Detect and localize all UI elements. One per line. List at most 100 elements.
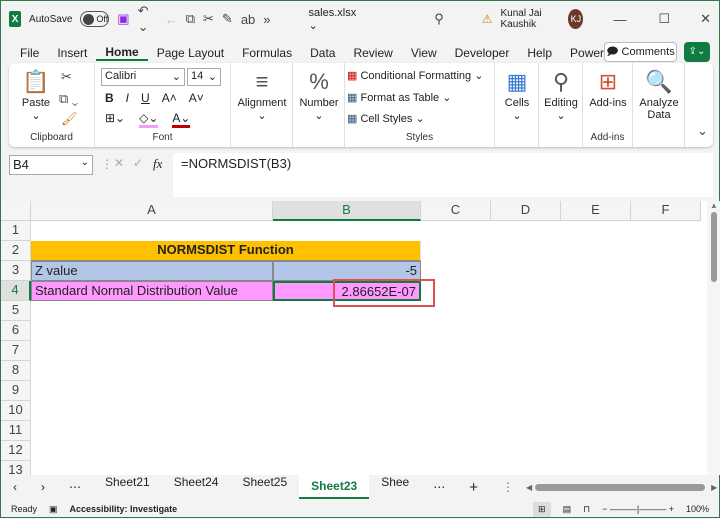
- font-color-icon[interactable]: A⌄: [172, 111, 191, 128]
- tab-developer[interactable]: Developer: [446, 46, 519, 60]
- sheet-tab[interactable]: Sheet21: [93, 475, 162, 499]
- cut-icon[interactable]: ✂: [203, 11, 214, 27]
- row-header[interactable]: 13: [1, 461, 31, 475]
- sheet-tab[interactable]: Shee: [369, 475, 421, 499]
- row-header[interactable]: 5: [1, 301, 31, 321]
- row-header[interactable]: 4: [1, 281, 31, 301]
- select-all-button[interactable]: [1, 201, 31, 221]
- analyze-data-button[interactable]: 🔍 Analyze Data: [633, 63, 685, 147]
- number-button[interactable]: % Number ⌄: [293, 63, 345, 147]
- cell-b3[interactable]: -5: [273, 261, 421, 281]
- row-header[interactable]: 11: [1, 421, 31, 441]
- editing-button[interactable]: ⚲ Editing ⌄: [539, 63, 583, 147]
- decrease-font-icon[interactable]: A˅: [189, 91, 204, 105]
- redo-icon[interactable]: ←: [165, 12, 178, 27]
- increase-font-icon[interactable]: A˄: [162, 91, 177, 105]
- prev-sheet-icon[interactable]: ‹: [1, 480, 29, 494]
- row-header[interactable]: 6: [1, 321, 31, 341]
- sheet-tab[interactable]: Sheet25: [230, 475, 299, 499]
- sheet-tab[interactable]: Sheet24: [162, 475, 231, 499]
- row-header[interactable]: 8: [1, 361, 31, 381]
- conditional-formatting-button[interactable]: ▦ Conditional Formatting ⌄: [347, 69, 483, 82]
- paste-button[interactable]: 📋 Paste ⌄: [17, 69, 55, 122]
- bold-button[interactable]: B: [105, 91, 114, 105]
- zoom-level[interactable]: 100%: [686, 504, 709, 514]
- zoom-slider[interactable]: − ———|——— +: [602, 504, 674, 514]
- fill-color-icon[interactable]: ◇⌄: [139, 111, 159, 128]
- row-header[interactable]: 9: [1, 381, 31, 401]
- column-header[interactable]: B: [273, 201, 421, 221]
- more-sheets-icon[interactable]: ⋯: [421, 480, 457, 494]
- autosave-toggle[interactable]: Off: [80, 11, 110, 27]
- tab-file[interactable]: File: [11, 46, 48, 60]
- name-box[interactable]: B4 ⌄: [9, 155, 93, 175]
- format-painter-icon[interactable]: 🖌: [61, 111, 78, 127]
- share-button[interactable]: ⇪⌄: [684, 42, 710, 62]
- column-header[interactable]: E: [561, 201, 631, 221]
- search-icon[interactable]: ⚲: [434, 11, 444, 27]
- tab-data[interactable]: Data: [301, 46, 344, 60]
- cut-icon[interactable]: ✂: [61, 69, 72, 85]
- font-name-select[interactable]: Calibri ⌄: [101, 68, 185, 86]
- cell-a3[interactable]: Z value: [31, 261, 273, 281]
- close-icon[interactable]: ✕: [700, 11, 711, 27]
- format-as-table-button[interactable]: ▦ Format as Table ⌄: [347, 91, 451, 104]
- macro-icon[interactable]: ▣: [49, 504, 58, 515]
- page-break-view-icon[interactable]: ⊓: [583, 504, 590, 515]
- tab-home[interactable]: Home: [96, 45, 148, 61]
- cell-styles-button[interactable]: ▦ Cell Styles ⌄: [347, 112, 425, 125]
- accessibility-status[interactable]: Accessibility: Investigate: [70, 504, 178, 514]
- maximize-icon[interactable]: ☐: [658, 11, 670, 27]
- alignment-button[interactable]: ≡ Alignment ⌄: [231, 63, 293, 147]
- addins-button[interactable]: ⊞ Add-ins: [583, 69, 633, 109]
- copy-icon[interactable]: ⧉: [186, 11, 195, 27]
- row-header[interactable]: 10: [1, 401, 31, 421]
- cancel-icon[interactable]: ✕: [114, 156, 124, 170]
- borders-icon[interactable]: ⊞⌄: [105, 111, 125, 128]
- sheet-tab[interactable]: Sheet23: [299, 475, 370, 499]
- add-sheet-icon[interactable]: +: [457, 479, 490, 496]
- vertical-scrollbar[interactable]: ▲: [707, 201, 720, 475]
- column-header[interactable]: A: [31, 201, 273, 221]
- copy-icon[interactable]: ⧉ ⌄: [59, 91, 78, 107]
- more-icon[interactable]: »: [263, 12, 270, 27]
- row-header[interactable]: 2: [1, 241, 31, 261]
- underline-button[interactable]: U: [141, 91, 150, 105]
- tab-insert[interactable]: Insert: [48, 46, 96, 60]
- spreadsheet-grid[interactable]: A B C D E F 1 2 3 4 5 6 7 8 9 10 11 12 13 NORMSDIST Functio…: [1, 201, 707, 475]
- minimize-icon[interactable]: —: [613, 12, 626, 27]
- row-header[interactable]: 12: [1, 441, 31, 461]
- italic-button[interactable]: I: [126, 91, 129, 105]
- comments-button[interactable]: 🗩 Comments: [604, 42, 677, 62]
- horizontal-scrollbar[interactable]: ◀ ▶: [526, 483, 717, 492]
- column-header[interactable]: C: [421, 201, 491, 221]
- tab-help[interactable]: Help: [518, 46, 561, 60]
- page-layout-view-icon[interactable]: ▤: [563, 504, 572, 515]
- cell-a4[interactable]: Standard Normal Distribution Value: [31, 281, 273, 301]
- save-icon[interactable]: ▣: [117, 11, 129, 27]
- tab-review[interactable]: Review: [344, 46, 401, 60]
- next-sheet-icon[interactable]: ›: [29, 480, 57, 494]
- row-header[interactable]: 1: [1, 221, 31, 241]
- tab-formulas[interactable]: Formulas: [233, 46, 301, 60]
- column-header[interactable]: D: [491, 201, 561, 221]
- normal-view-icon[interactable]: ⊞: [533, 501, 551, 517]
- cells-button[interactable]: ▦ Cells ⌄: [495, 63, 539, 147]
- row-header[interactable]: 3: [1, 261, 31, 281]
- formula-input[interactable]: =NORMSDIST(B3): [173, 153, 713, 197]
- row-header[interactable]: 7: [1, 341, 31, 361]
- title-cell[interactable]: NORMSDIST Function: [31, 241, 421, 261]
- tab-page-layout[interactable]: Page Layout: [148, 46, 233, 60]
- insert-function-icon[interactable]: fx: [153, 156, 162, 172]
- tab-view[interactable]: View: [402, 46, 446, 60]
- more-sheets-icon[interactable]: ⋯: [57, 480, 93, 494]
- undo-icon[interactable]: ↶ ⌄: [138, 3, 157, 35]
- avatar[interactable]: KJ: [568, 9, 584, 29]
- enter-icon[interactable]: ✓: [133, 156, 143, 170]
- column-header[interactable]: F: [631, 201, 701, 221]
- sign-icon[interactable]: ✎: [222, 11, 233, 27]
- spelling-icon[interactable]: ab: [241, 12, 255, 27]
- font-size-select[interactable]: 14 ⌄: [187, 68, 221, 86]
- file-name[interactable]: sales.xlsx ⌄: [309, 7, 357, 32]
- collapse-ribbon-icon[interactable]: ⌄: [697, 123, 708, 139]
